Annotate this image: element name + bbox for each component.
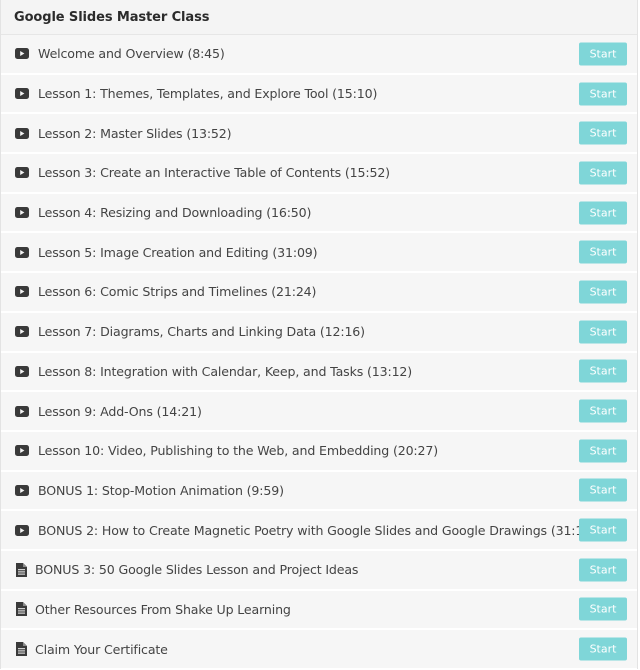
- lesson-row[interactable]: Lesson 10: Video, Publishing to the Web,…: [1, 431, 637, 472]
- lesson-row[interactable]: Lesson 5: Image Creation and Editing (31…: [1, 233, 637, 274]
- lesson-title[interactable]: Welcome and Overview (8:45): [38, 46, 225, 61]
- video-play-icon: [14, 165, 30, 181]
- lesson-row[interactable]: Lesson 6: Comic Strips and Timelines (21…: [1, 273, 637, 313]
- start-button[interactable]: Start: [579, 240, 627, 264]
- document-icon: [15, 601, 27, 617]
- lesson-row[interactable]: Lesson 8: Integration with Calendar, Kee…: [1, 352, 637, 393]
- lesson-row[interactable]: Lesson 7: Diagrams, Charts and Linking D…: [1, 312, 637, 353]
- video-play-icon: [14, 205, 30, 221]
- video-play-icon: [14, 482, 30, 498]
- lesson-row[interactable]: Claim Your Certificate Start: [1, 630, 637, 670]
- lesson-title[interactable]: Lesson 1: Themes, Templates, and Explore…: [38, 86, 377, 101]
- lesson-title[interactable]: Lesson 2: Master Slides (13:52): [38, 126, 232, 141]
- course-title: Google Slides Master Class: [1, 0, 637, 35]
- start-button[interactable]: Start: [579, 399, 627, 423]
- lesson-title[interactable]: Claim Your Certificate: [35, 642, 168, 657]
- video-play-icon: [14, 522, 30, 538]
- lesson-title[interactable]: BONUS 2: How to Create Magnetic Poetry w…: [38, 523, 596, 538]
- video-play-icon: [14, 125, 30, 141]
- lesson-row[interactable]: Lesson 1: Themes, Templates, and Explore…: [1, 74, 637, 115]
- start-button[interactable]: Start: [579, 280, 627, 304]
- lesson-title[interactable]: Lesson 5: Image Creation and Editing (31…: [38, 245, 318, 260]
- start-button[interactable]: Start: [579, 597, 627, 621]
- start-button[interactable]: Start: [579, 518, 627, 542]
- lesson-row[interactable]: Welcome and Overview (8:45) Start: [1, 35, 637, 75]
- lesson-row[interactable]: BONUS 3: 50 Google Slides Lesson and Pro…: [1, 550, 637, 591]
- start-button[interactable]: Start: [579, 637, 627, 661]
- lesson-title[interactable]: Lesson 10: Video, Publishing to the Web,…: [38, 443, 438, 458]
- document-icon: [15, 641, 27, 657]
- start-button[interactable]: Start: [579, 42, 627, 66]
- start-button[interactable]: Start: [579, 439, 627, 463]
- video-play-icon: [14, 244, 30, 260]
- lesson-row[interactable]: BONUS 1: Stop-Motion Animation (9:59) Sta…: [1, 471, 637, 512]
- start-button[interactable]: Start: [579, 121, 627, 145]
- lesson-title[interactable]: Lesson 8: Integration with Calendar, Kee…: [38, 364, 412, 379]
- video-play-icon: [14, 324, 30, 340]
- course-curriculum-panel: Google Slides Master Class Welcome and O…: [0, 0, 638, 670]
- lesson-row[interactable]: Lesson 9: Add-Ons (14:21) Start: [1, 392, 637, 432]
- video-play-icon: [14, 363, 30, 379]
- document-icon: [15, 562, 27, 578]
- video-play-icon: [14, 403, 30, 419]
- lesson-title[interactable]: BONUS 3: 50 Google Slides Lesson and Pro…: [35, 562, 359, 577]
- lesson-title[interactable]: Lesson 9: Add-Ons (14:21): [38, 404, 202, 419]
- lesson-title[interactable]: BONUS 1: Stop-Motion Animation (9:59): [38, 483, 284, 498]
- video-play-icon: [14, 86, 30, 102]
- lesson-row[interactable]: BONUS 2: How to Create Magnetic Poetry w…: [1, 511, 637, 551]
- lesson-row[interactable]: Lesson 3: Create an Interactive Table of…: [1, 154, 637, 194]
- lesson-row[interactable]: Other Resources From Shake Up Learning St…: [1, 590, 637, 631]
- start-button[interactable]: Start: [579, 161, 627, 185]
- video-play-icon: [14, 284, 30, 300]
- lesson-title[interactable]: Lesson 3: Create an Interactive Table of…: [38, 165, 390, 180]
- video-play-icon: [14, 443, 30, 459]
- start-button[interactable]: Start: [579, 558, 627, 582]
- lesson-title[interactable]: Lesson 4: Resizing and Downloading (16:5…: [38, 205, 311, 220]
- video-play-icon: [14, 46, 30, 62]
- start-button[interactable]: Start: [579, 478, 627, 502]
- lesson-title[interactable]: Lesson 7: Diagrams, Charts and Linking D…: [38, 324, 365, 339]
- lesson-list: Welcome and Overview (8:45) Start Lesson …: [1, 35, 637, 670]
- lesson-row[interactable]: Lesson 2: Master Slides (13:52) Start: [1, 114, 637, 155]
- start-button[interactable]: Start: [579, 201, 627, 225]
- start-button[interactable]: Start: [579, 82, 627, 106]
- lesson-title[interactable]: Other Resources From Shake Up Learning: [35, 602, 291, 617]
- lesson-row[interactable]: Lesson 4: Resizing and Downloading (16:5…: [1, 193, 637, 234]
- start-button[interactable]: Start: [579, 359, 627, 383]
- start-button[interactable]: Start: [579, 320, 627, 344]
- lesson-title[interactable]: Lesson 6: Comic Strips and Timelines (21…: [38, 284, 316, 299]
